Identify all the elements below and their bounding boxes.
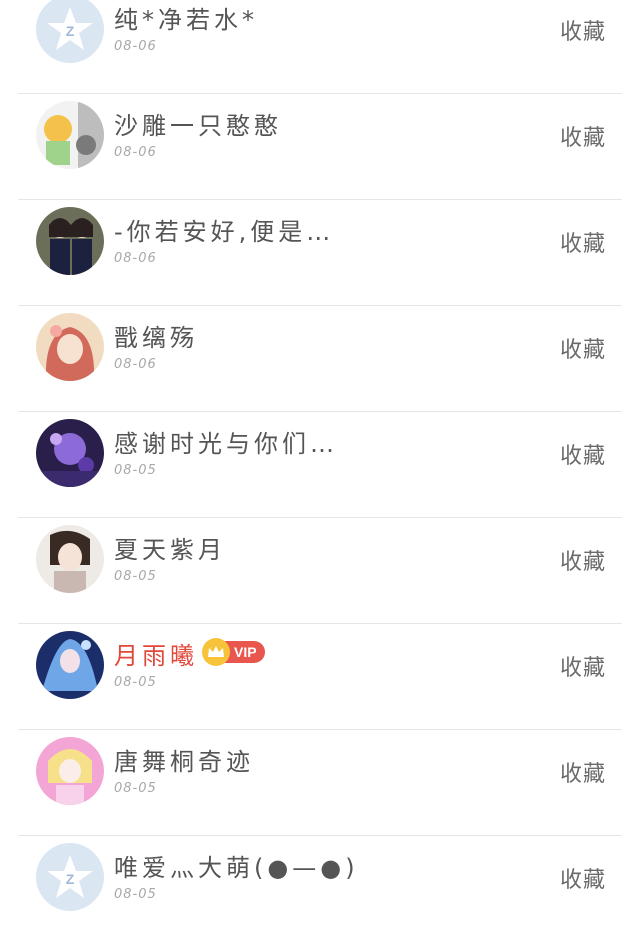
avatar[interactable] [36, 525, 104, 593]
default-qq-avatar-icon: Z [36, 0, 104, 63]
user-list: Z 纯*净若水* 08-06 收藏 沙雕一只憨憨 08-06 收藏 -你若安好,… [0, 0, 640, 930]
user-name: 唐舞桐奇迹 [114, 748, 254, 776]
purple-fantasy-avatar-icon [36, 419, 104, 487]
collect-button[interactable]: 收藏 [560, 14, 606, 46]
list-item[interactable]: -你若安好,便是… 08-06 收藏 [0, 200, 640, 306]
user-name: 感谢时光与你们… [114, 430, 338, 458]
list-item[interactable]: 沙雕一只憨憨 08-06 收藏 [0, 94, 640, 200]
list-item[interactable]: 月雨曦 VIP 08-05 收藏 [0, 624, 640, 730]
avatar[interactable]: Z [36, 843, 104, 911]
avatar[interactable] [36, 101, 104, 169]
date: 08-05 [114, 463, 157, 478]
avatar[interactable]: Z [36, 0, 104, 63]
date: 08-05 [114, 781, 157, 796]
avatar[interactable] [36, 207, 104, 275]
avatar[interactable] [36, 631, 104, 699]
user-name: -你若安好,便是… [114, 218, 335, 246]
collect-button[interactable]: 收藏 [560, 226, 606, 258]
two-girls-photo-avatar-icon [36, 207, 104, 275]
collect-button[interactable]: 收藏 [560, 120, 606, 152]
svg-text:Z: Z [66, 871, 75, 887]
date: 08-05 [114, 675, 157, 690]
collect-button[interactable]: 收藏 [560, 756, 606, 788]
collect-button[interactable]: 收藏 [560, 438, 606, 470]
avatar[interactable] [36, 313, 104, 381]
list-item[interactable]: 感谢时光与你们… 08-05 收藏 [0, 412, 640, 518]
list-item[interactable]: 唐舞桐奇迹 08-05 收藏 [0, 730, 640, 836]
date: 08-06 [114, 39, 157, 54]
anime-girl-avatar-icon [36, 313, 104, 381]
avatar[interactable] [36, 419, 104, 487]
default-qq-avatar-icon: Z [36, 843, 104, 911]
user-name: 夏天紫月 [114, 536, 226, 564]
cartoon-avatar-icon [36, 101, 104, 169]
collect-button[interactable]: 收藏 [560, 650, 606, 682]
date: 08-05 [114, 569, 157, 584]
list-item[interactable]: Z 唯爱灬大萌(●—●) 08-05 收藏 [0, 836, 640, 930]
collect-button[interactable]: 收藏 [560, 544, 606, 576]
ancient-style-girl-avatar-icon [36, 525, 104, 593]
vip-badge: VIP [202, 638, 265, 666]
date: 08-05 [114, 887, 157, 902]
crown-icon [202, 638, 230, 666]
user-name: 唯爱灬大萌(●—●) [114, 854, 359, 882]
user-name: 纯*净若水* [114, 6, 258, 34]
user-name: 沙雕一只憨憨 [114, 112, 282, 140]
avatar[interactable] [36, 737, 104, 805]
list-item[interactable]: 夏天紫月 08-05 收藏 [0, 518, 640, 624]
user-name: 戬缡殇 [114, 324, 198, 352]
pink-anime-avatar-icon [36, 737, 104, 805]
svg-text:Z: Z [66, 23, 75, 39]
date: 08-06 [114, 145, 157, 160]
blue-anime-avatar-icon [36, 631, 104, 699]
list-item[interactable]: 戬缡殇 08-06 收藏 [0, 306, 640, 412]
date: 08-06 [114, 357, 157, 372]
collect-button[interactable]: 收藏 [560, 862, 606, 894]
date: 08-06 [114, 251, 157, 266]
collect-button[interactable]: 收藏 [560, 332, 606, 364]
user-name: 月雨曦 [114, 642, 198, 670]
list-item[interactable]: Z 纯*净若水* 08-06 收藏 [0, 0, 640, 94]
